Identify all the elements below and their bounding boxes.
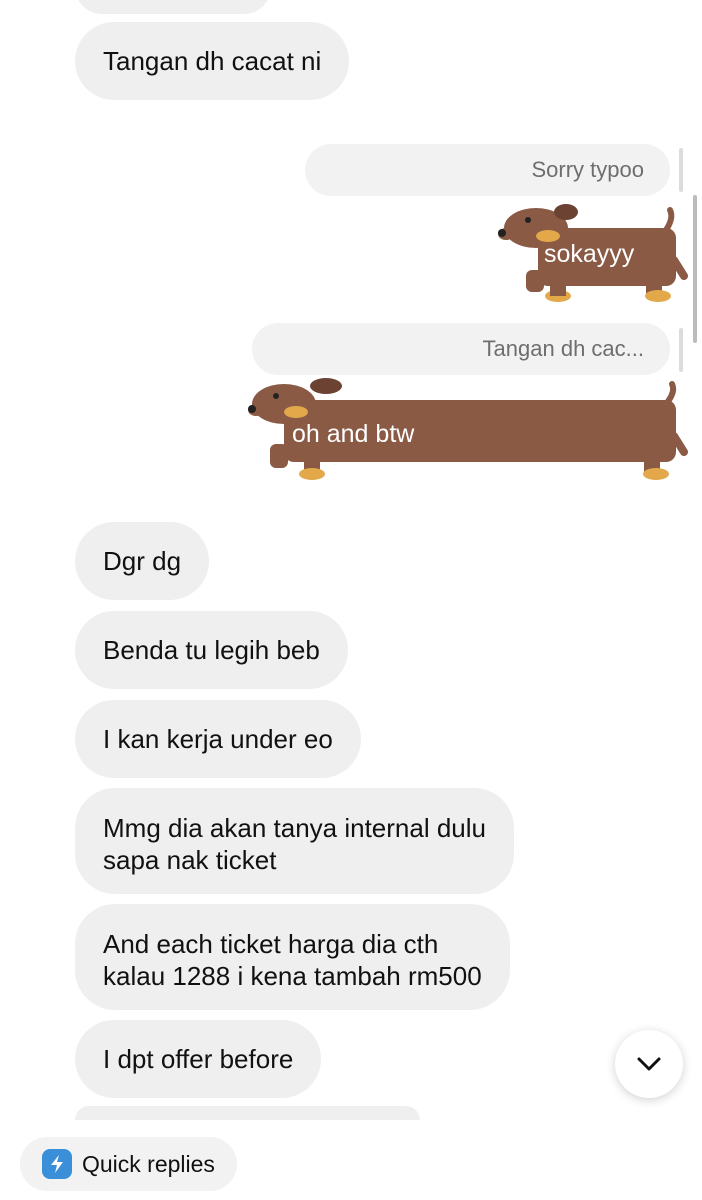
message-bubble[interactable]: Benda tu legih beb bbox=[75, 611, 348, 689]
chevron-down-icon bbox=[637, 1057, 661, 1071]
message-bubble[interactable]: Tangan dh cacat ni bbox=[75, 22, 350, 100]
quick-replies-button[interactable]: Quick replies bbox=[20, 1137, 237, 1191]
message-text: Benda tu legih beb bbox=[103, 635, 320, 665]
lightning-bolt-icon bbox=[42, 1149, 72, 1179]
long-dachshund-sticker[interactable]: oh and btw bbox=[248, 378, 688, 484]
quick-replies-label: Quick replies bbox=[82, 1150, 215, 1177]
replied-message-preview[interactable]: Sorry typoo bbox=[305, 144, 670, 196]
message-text: Tangan dh cacat ni bbox=[103, 46, 322, 76]
partial-message-bubble bbox=[75, 1106, 420, 1120]
message-text: I dpt offer before bbox=[103, 1044, 294, 1074]
reply-indicator-bar bbox=[679, 148, 683, 192]
reply-indicator-bar bbox=[679, 328, 683, 372]
message-bubble[interactable]: And each ticket harga dia cth kalau 1288… bbox=[75, 904, 510, 1010]
message-bubble[interactable]: Dgr dg bbox=[75, 522, 210, 600]
partial-message-bubble bbox=[75, 0, 271, 14]
message-text: Dgr dg bbox=[103, 546, 182, 576]
replied-message-text: Tangan dh cac... bbox=[482, 336, 644, 361]
message-text: I kan kerja under eo bbox=[103, 724, 333, 754]
sticker-caption: oh and btw bbox=[292, 420, 415, 448]
message-text-line: kalau 1288 i kena tambah rm500 bbox=[103, 961, 482, 991]
message-text-line: Mmg dia akan tanya internal dulu bbox=[103, 813, 487, 843]
scroll-to-bottom-button[interactable] bbox=[615, 1030, 683, 1098]
message-text-line: sapa nak ticket bbox=[103, 845, 277, 875]
message-bubble[interactable]: Mmg dia akan tanya internal dulu sapa na… bbox=[75, 788, 515, 894]
scrollbar-thumb[interactable] bbox=[693, 195, 697, 343]
dachshund-sticker[interactable]: sokayyy bbox=[498, 200, 688, 304]
replied-message-text: Sorry typoo bbox=[531, 157, 645, 182]
message-text-line: And each ticket harga dia cth bbox=[103, 929, 439, 959]
message-bubble[interactable]: I kan kerja under eo bbox=[75, 700, 361, 778]
replied-message-preview[interactable]: Tangan dh cac... bbox=[252, 323, 670, 375]
sticker-caption: sokayyy bbox=[544, 240, 635, 268]
message-bubble[interactable]: I dpt offer before bbox=[75, 1020, 322, 1098]
